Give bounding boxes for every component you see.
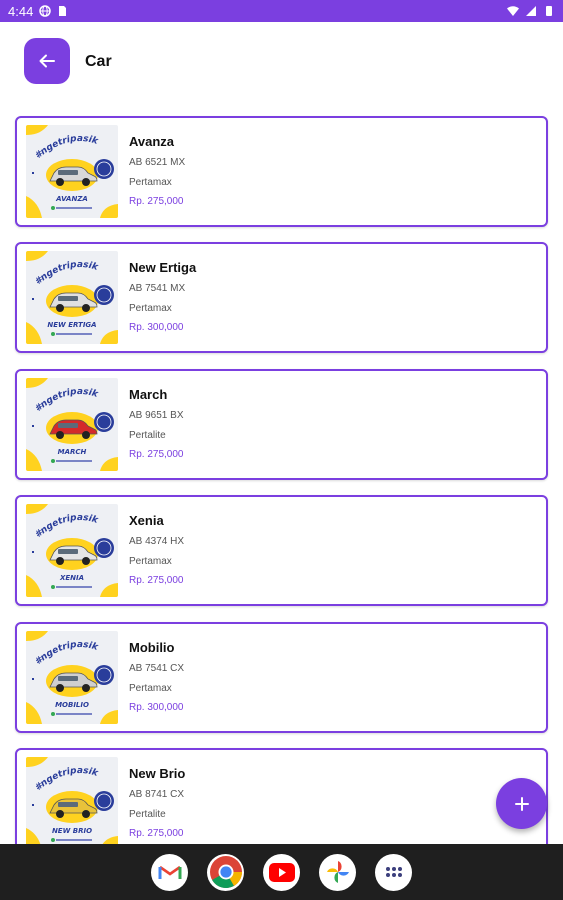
- youtube-app[interactable]: [263, 853, 300, 891]
- car-card[interactable]: #ngetripasik XENIA Xenia AB 4374 HX Perta…: [15, 495, 548, 606]
- sd-card-icon: [59, 6, 67, 16]
- car-fuel: Pertamax: [129, 303, 172, 314]
- car-name: Avanza: [129, 134, 175, 149]
- car-thumbnail: #ngetripasik NEW ERTIGA: [26, 251, 118, 344]
- gmail-app[interactable]: [151, 853, 188, 891]
- car-list[interactable]: #ngetripasik AVANZA Avanza AB 6521 MX Per…: [0, 114, 563, 844]
- photos-icon: [326, 861, 349, 883]
- car-card[interactable]: #ngetripasik NEW BRIO New Brio AB 8741 CX…: [15, 748, 548, 844]
- promo-artwork: #ngetripasik AVANZA: [26, 125, 118, 218]
- status-time: 4:44: [8, 3, 34, 19]
- car-thumbnail: #ngetripasik XENIA: [26, 504, 118, 597]
- car-name: Xenia: [129, 513, 164, 528]
- app-drawer[interactable]: [375, 853, 412, 891]
- wifi-icon: [507, 6, 519, 16]
- promo-headline: #ngetripasik: [34, 387, 100, 414]
- promo-headline: #ngetripasik: [34, 640, 100, 667]
- status-bar: 4:44: [0, 0, 563, 22]
- chrome-app[interactable]: [207, 853, 244, 891]
- car-price: Rp. 275,000: [129, 828, 184, 839]
- car-plate: AB 8741 CX: [129, 789, 185, 800]
- promo-headline: #ngetripasik: [34, 513, 100, 540]
- car-card[interactable]: #ngetripasik NEW ERTIGA New Ertiga AB 754…: [15, 242, 548, 353]
- promo-model-label: AVANZA: [55, 195, 88, 203]
- page-title: Car: [85, 53, 112, 70]
- car-plate: AB 7541 CX: [129, 663, 185, 674]
- plus-icon: [514, 796, 529, 811]
- promo-model-label: NEW ERTIGA: [47, 321, 96, 329]
- photos-app[interactable]: [319, 853, 356, 891]
- car-price: Rp. 275,000: [129, 196, 184, 207]
- back-button[interactable]: [24, 38, 70, 84]
- chrome-icon: [209, 856, 242, 889]
- car-fuel: Pertamax: [129, 683, 172, 694]
- car-name: New Ertiga: [129, 260, 197, 275]
- car-fuel: Pertamax: [129, 177, 172, 188]
- car-plate: AB 4374 HX: [129, 536, 185, 547]
- car-price: Rp. 300,000: [129, 322, 184, 333]
- promo-artwork: #ngetripasik MARCH: [26, 378, 118, 471]
- promo-artwork: #ngetripasik NEW BRIO: [26, 757, 118, 844]
- promo-model-label: NEW BRIO: [52, 827, 92, 835]
- car-plate: AB 6521 MX: [129, 157, 186, 168]
- car-fuel: Pertamax: [129, 556, 172, 567]
- promo-artwork: #ngetripasik MOBILIO: [26, 631, 118, 724]
- promo-model-label: XENIA: [59, 574, 84, 582]
- promo-model-label: MOBILIO: [55, 701, 89, 709]
- car-thumbnail: #ngetripasik MOBILIO: [26, 631, 118, 724]
- car-price: Rp. 300,000: [129, 702, 184, 713]
- vpn-globe-icon: [39, 5, 52, 17]
- promo-headline: #ngetripasik: [34, 766, 100, 793]
- car-fuel: Pertalite: [129, 809, 166, 820]
- car-name: New Brio: [129, 766, 186, 781]
- car-plate: AB 9651 BX: [129, 410, 184, 421]
- car-price: Rp. 275,000: [129, 449, 184, 460]
- youtube-icon: [268, 862, 295, 882]
- car-fuel: Pertalite: [129, 430, 166, 441]
- car-price: Rp. 275,000: [129, 575, 184, 586]
- car-thumbnail: #ngetripasik AVANZA: [26, 125, 118, 218]
- car-card[interactable]: #ngetripasik MARCH March AB 9651 BX Perta…: [15, 369, 548, 480]
- battery-icon: [546, 6, 552, 16]
- car-name: Mobilio: [129, 640, 175, 655]
- arrow-left-icon: [39, 54, 55, 68]
- promo-model-label: MARCH: [58, 448, 87, 456]
- car-name: March: [129, 387, 168, 402]
- car-card[interactable]: #ngetripasik AVANZA Avanza AB 6521 MX Per…: [15, 116, 548, 227]
- cell-signal-icon: [526, 6, 536, 16]
- promo-artwork: #ngetripasik XENIA: [26, 504, 118, 597]
- promo-artwork: #ngetripasik NEW ERTIGA: [26, 251, 118, 344]
- add-car-button[interactable]: [496, 778, 547, 829]
- gmail-icon: [158, 865, 181, 880]
- nav-bar: [0, 844, 563, 900]
- car-plate: AB 7541 MX: [129, 283, 186, 294]
- car-card[interactable]: #ngetripasik MOBILIO Mobilio AB 7541 CX P…: [15, 622, 548, 733]
- promo-headline: #ngetripasik: [34, 260, 100, 287]
- app-drawer-icon: [385, 867, 402, 877]
- car-thumbnail: #ngetripasik MARCH: [26, 378, 118, 471]
- car-thumbnail: #ngetripasik NEW BRIO: [26, 757, 118, 844]
- promo-headline: #ngetripasik: [34, 134, 100, 161]
- app-bar: Car: [0, 22, 563, 108]
